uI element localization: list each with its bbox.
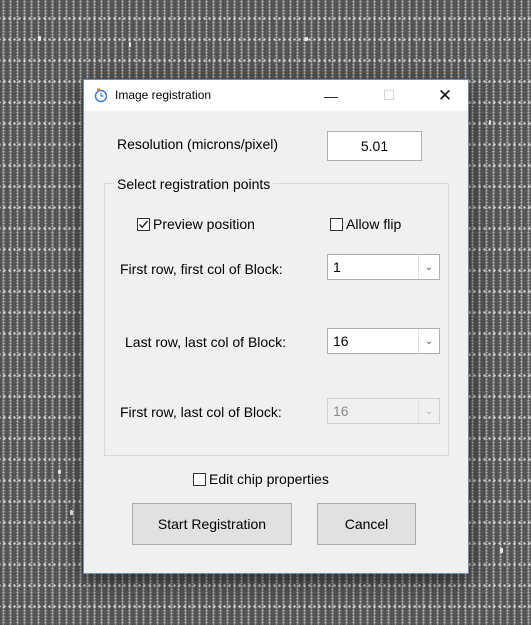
- start-registration-button[interactable]: Start Registration: [132, 503, 292, 545]
- checkmark-icon: [139, 220, 149, 229]
- resolution-label: Resolution (microns/pixel): [117, 136, 279, 152]
- chevron-down-icon: ⌄: [418, 399, 439, 423]
- first-row-first-col-select[interactable]: 1 ⌄: [327, 254, 440, 280]
- background-speck: [38, 36, 41, 41]
- chevron-down-icon[interactable]: ⌄: [418, 255, 439, 279]
- registration-icon: [94, 87, 108, 103]
- first-row-last-col-select: 16 ⌄: [327, 398, 440, 424]
- background-speck: [70, 510, 73, 515]
- preview-position-checkbox[interactable]: [137, 218, 150, 231]
- first-row-first-col-label: First row, first col of Block:: [120, 261, 283, 277]
- resolution-input[interactable]: 5.01: [327, 131, 422, 161]
- last-row-last-col-value: 16: [333, 333, 349, 349]
- maximize-button[interactable]: ☐: [366, 80, 412, 111]
- preview-position-label: Preview position: [153, 216, 255, 232]
- window-title: Image registration: [115, 88, 212, 102]
- allow-flip-label: Allow flip: [346, 216, 402, 232]
- allow-flip-checkbox[interactable]: [330, 218, 343, 231]
- image-registration-dialog: Image registration — ☐ ✕ Resolution (mic…: [83, 79, 469, 574]
- background-speck: [500, 548, 503, 553]
- title-bar[interactable]: Image registration — ☐ ✕: [84, 80, 468, 111]
- background-speck: [58, 470, 61, 474]
- edit-chip-properties-checkbox[interactable]: [193, 473, 206, 486]
- last-row-last-col-label: Last row, last col of Block:: [125, 334, 287, 350]
- group-title: Select registration points: [114, 176, 274, 192]
- cancel-button[interactable]: Cancel: [317, 503, 416, 545]
- minimize-button[interactable]: —: [308, 80, 354, 111]
- background-speck: [489, 120, 491, 125]
- chevron-down-icon[interactable]: ⌄: [418, 329, 439, 353]
- edit-chip-properties-label: Edit chip properties: [209, 471, 329, 487]
- background-speck: [305, 37, 308, 41]
- first-row-last-col-value: 16: [333, 403, 349, 419]
- first-row-last-col-label: First row, last col of Block:: [120, 404, 282, 420]
- background-speck: [129, 42, 131, 47]
- first-row-first-col-value: 1: [333, 259, 341, 275]
- close-button[interactable]: ✕: [422, 80, 468, 111]
- last-row-last-col-select[interactable]: 16 ⌄: [327, 328, 440, 354]
